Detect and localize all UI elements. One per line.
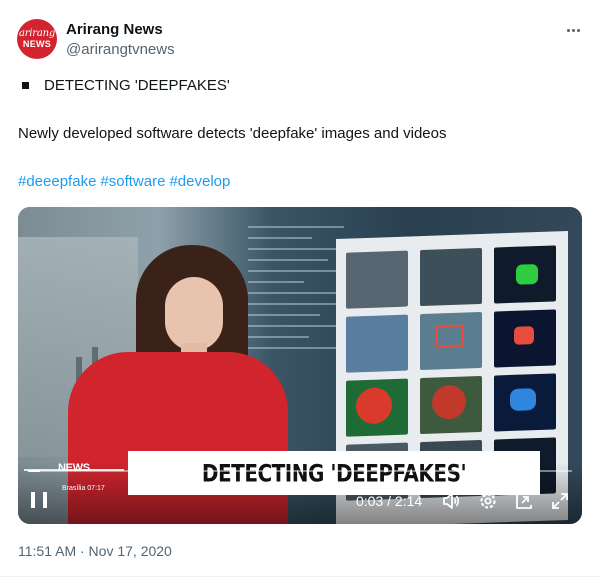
more-dot <box>566 28 570 32</box>
divider <box>0 576 601 577</box>
hashtag-link[interactable]: #software <box>100 173 165 190</box>
channel-logo: NEWS <box>58 462 90 474</box>
channel-sub: Brasília 07:17 <box>62 485 105 492</box>
volume-icon[interactable] <box>441 491 461 511</box>
hashtag-link[interactable]: #deeepfake <box>18 173 96 190</box>
anchor-face <box>165 277 223 351</box>
pip-icon[interactable] <box>514 491 534 511</box>
square-bullet-icon <box>22 82 29 89</box>
more-icon[interactable] <box>562 22 584 38</box>
gear-icon[interactable] <box>478 491 498 511</box>
author-name[interactable]: Arirang News <box>66 21 163 38</box>
progress-bar[interactable] <box>28 470 572 472</box>
avatar[interactable]: arirang NEWS <box>17 19 57 59</box>
avatar-line2: NEWS <box>22 39 52 49</box>
author-handle[interactable]: @arirangtvnews <box>66 41 175 58</box>
post-headline: DETECTING 'DEEPFAKES' <box>22 77 230 94</box>
more-dot <box>576 28 580 32</box>
video-player[interactable]: NEWS Brasília 07:17 DETECTING 'DEEPFAKES… <box>18 207 582 524</box>
post-body: Newly developed software detects 'deepfa… <box>18 125 447 142</box>
hashtag-link[interactable]: #develop <box>169 173 230 190</box>
video-caption: DETECTING 'DEEPFAKES' <box>201 458 467 488</box>
more-dot <box>571 28 575 32</box>
video-caption-bar: DETECTING 'DEEPFAKES' <box>128 451 540 495</box>
avatar-line1: arirang <box>18 28 56 39</box>
time-display: 0:03 / 2:14 <box>356 493 423 509</box>
pause-icon[interactable] <box>31 492 47 510</box>
progress-fill <box>28 470 40 472</box>
post-timestamp[interactable]: 11:51 AM · Nov 17, 2020 <box>18 543 172 559</box>
tweet-card: arirang NEWS Arirang News @arirangtvnews… <box>0 0 601 578</box>
hashtag-list: #deeepfake #software #develop <box>18 173 234 190</box>
post-headline-text: DETECTING 'DEEPFAKES' <box>44 77 230 94</box>
fullscreen-icon[interactable] <box>550 491 570 511</box>
